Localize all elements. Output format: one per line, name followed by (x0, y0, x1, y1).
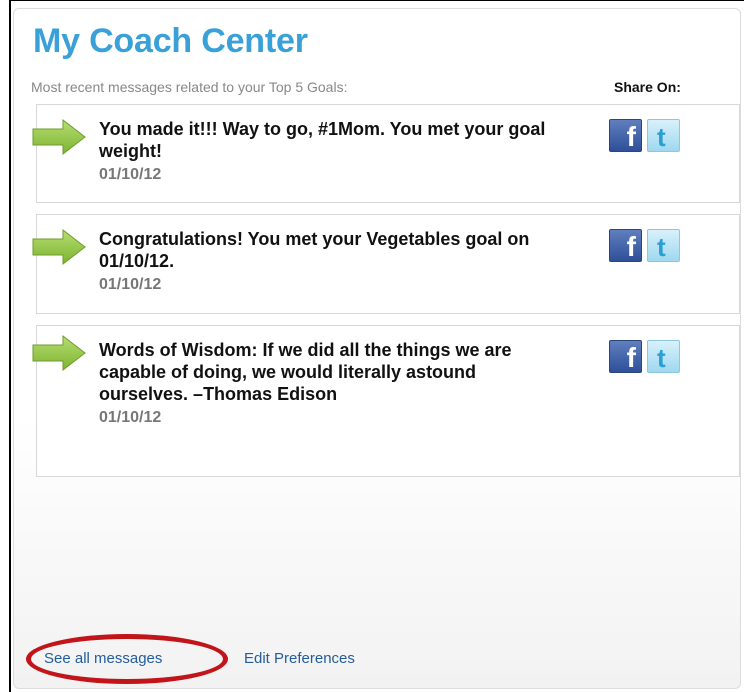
message-text: You made it!!! Way to go, #1Mom. You met… (99, 118, 569, 186)
twitter-glyph: t (657, 343, 666, 373)
edit-preferences-link[interactable]: Edit Preferences (244, 650, 355, 667)
share-on-label: Share On: (614, 79, 681, 95)
message-text: Congratulations! You met your Vegetables… (99, 228, 569, 296)
panel-subtitle: Most recent messages related to your Top… (31, 79, 348, 95)
arrow-icon (32, 334, 86, 372)
message-text: Words of Wisdom: If we did all the thing… (99, 339, 569, 429)
message-date: 01/10/12 (99, 409, 162, 426)
message-date: 01/10/12 (99, 276, 162, 293)
share-buttons: f t (609, 340, 680, 373)
message-body: Words of Wisdom: If we did all the thing… (99, 340, 512, 404)
arrow-icon (32, 228, 86, 266)
message-card: Words of Wisdom: If we did all the thing… (32, 325, 740, 477)
facebook-glyph: f (626, 342, 636, 373)
arrow-icon (32, 118, 86, 156)
twitter-share-icon[interactable]: t (647, 229, 680, 262)
twitter-glyph: t (657, 232, 666, 262)
message-body: You made it!!! Way to go, #1Mom. You met… (99, 119, 546, 161)
facebook-glyph: f (626, 121, 636, 152)
facebook-glyph: f (626, 231, 636, 262)
twitter-share-icon[interactable]: t (647, 340, 680, 373)
facebook-share-icon[interactable]: f (609, 229, 642, 262)
message-card: Congratulations! You met your Vegetables… (32, 214, 740, 314)
share-buttons: f t (609, 119, 680, 152)
message-body: Congratulations! You met your Vegetables… (99, 229, 530, 271)
facebook-share-icon[interactable]: f (609, 119, 642, 152)
message-card: You made it!!! Way to go, #1Mom. You met… (32, 104, 740, 203)
page-title: My Coach Center (33, 22, 308, 60)
message-date: 01/10/12 (99, 166, 162, 183)
share-buttons: f t (609, 229, 680, 262)
highlight-ellipse (26, 634, 228, 684)
facebook-share-icon[interactable]: f (609, 340, 642, 373)
twitter-share-icon[interactable]: t (647, 119, 680, 152)
twitter-glyph: t (657, 122, 666, 152)
